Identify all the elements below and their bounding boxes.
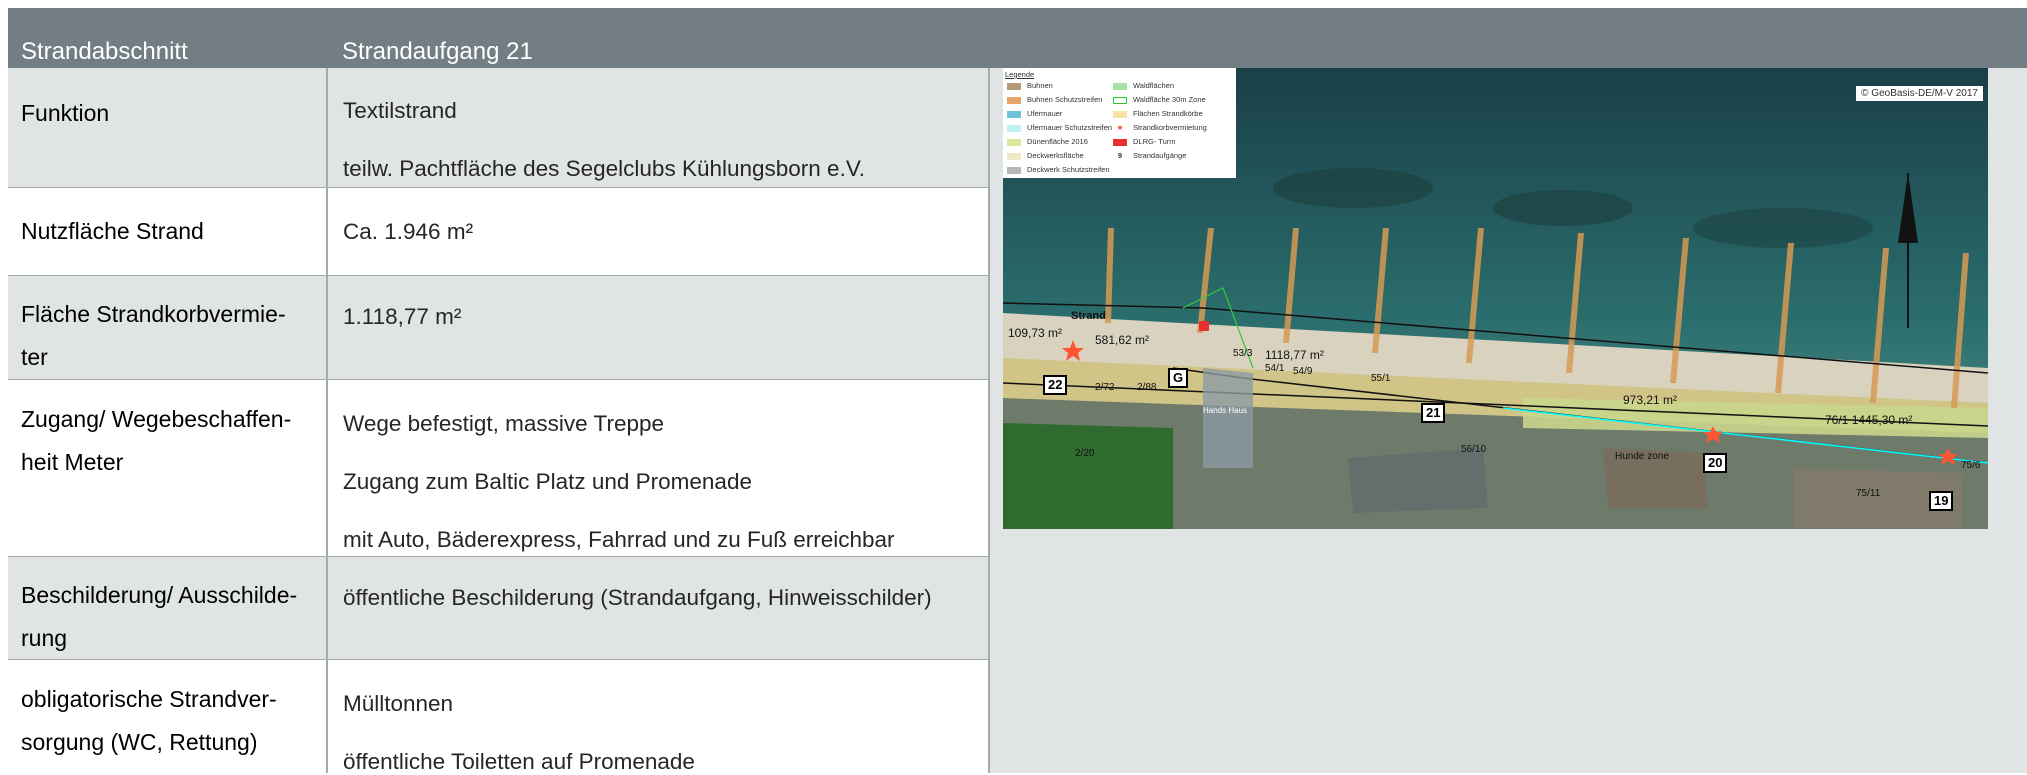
table-row: Funktion Textilstrand teilw. Pachtfläche… — [8, 68, 990, 188]
legend-item: Buhnen Schutzstreifen — [1007, 95, 1102, 104]
legend-item: Waldflächen — [1113, 81, 1174, 90]
map-label-area: 973,21 m² — [1623, 393, 1678, 407]
map-label-parcel: 2/20 — [1075, 448, 1095, 459]
beach-access-g: G — [1168, 368, 1189, 388]
legend-item: DLRG- Turm — [1113, 137, 1176, 146]
beach-access-21: 21 — [1421, 403, 1446, 423]
map-label-parcel: 55/1 — [1371, 373, 1391, 384]
row-label-nutzflaeche: Nutzfläche Strand — [21, 218, 204, 244]
map-label-zone: Hunde zone — [1615, 451, 1669, 462]
row-value: Zugang zum Baltic Platz und Promenade — [343, 469, 752, 494]
legend-item: Buhnen — [1007, 81, 1053, 90]
map-label-parcel: 2/88 — [1137, 382, 1157, 393]
map-label-building: Hands Haus — [1203, 406, 1248, 415]
row-value: 1.118,77 m² — [343, 304, 462, 329]
legend-item: Waldfläche 30m Zone — [1113, 95, 1206, 104]
table-row: Fläche Strandkorbvermie-ter 1.118,77 m² — [8, 276, 990, 380]
map-label-parcel: 75/6 — [1961, 460, 1981, 471]
table-row: obligatorische Strandver-sorgung (WC, Re… — [8, 660, 990, 774]
map-label-parcel: 2/72 — [1095, 382, 1115, 393]
table-row: Nutzfläche Strand Ca. 1.946 m² — [8, 188, 990, 276]
row-value: Ca. 1.946 m² — [343, 219, 474, 244]
map-label-area: 76/1 1445,30 m² — [1825, 413, 1913, 427]
legend-item: ★ Strandkorbvermietung — [1113, 123, 1207, 132]
legend-item: Dünenfläche 2016 — [1007, 137, 1088, 146]
map-label-area: 1118,77 m² — [1265, 348, 1324, 362]
legend-item: 9 Strandaufgänge — [1117, 151, 1187, 160]
map-label-strand: Strand — [1071, 310, 1106, 322]
map-label-parcel: 53/3 — [1233, 348, 1253, 359]
header-col2: Strandaufgang 21 — [342, 38, 533, 65]
table-header: Strandabschnitt Strandaufgang 21 — [8, 8, 2027, 68]
map-copyright: © GeoBasis-DE/M-V 2017 — [1856, 86, 1983, 101]
beach-access-19: 19 — [1929, 491, 1954, 511]
map-label-parcel: 54/9 — [1293, 366, 1313, 377]
legend-item: Deckwerksfläche — [1007, 151, 1084, 160]
row-value: teilw. Pachtfläche des Segelclubs Kühlun… — [343, 156, 866, 181]
row-value: Wege befestigt, massive Treppe — [343, 411, 664, 436]
beach-access-20: 20 — [1703, 453, 1728, 473]
map-label-area: 109,73 m² — [1008, 326, 1063, 340]
map-legend: Legende Buhnen Buhnen Schutzstreifen Ufe… — [1003, 68, 1236, 178]
star-icon: ★ — [1116, 123, 1124, 132]
row-value: mit Auto, Bäderexpress, Fahrrad und zu F… — [343, 527, 895, 552]
row-label-strandkorb: Fläche Strandkorbvermie-ter — [21, 301, 286, 370]
legend-item: Ufermauer Schutzstreifen — [1007, 123, 1112, 132]
map-label-area: 581,62 m² — [1095, 333, 1150, 347]
legend-item: Deckwerk Schutzstreifen — [1007, 165, 1110, 174]
legend-item: Flächen Strandkörbe — [1113, 109, 1203, 118]
beach-access-22: 22 — [1043, 375, 1068, 395]
table-row: Zugang/ Wegebeschaffen-heit Meter Wege b… — [8, 380, 990, 557]
row-label-beschilderung: Beschilderung/ Ausschilde-rung — [21, 582, 298, 651]
tower-icon — [1113, 138, 1127, 146]
row-label-versorgung: obligatorische Strandver-sorgung (WC, Re… — [21, 686, 277, 755]
map-label-parcel: 54/1 — [1265, 363, 1285, 374]
aerial-map: © GeoBasis-DE/M-V 2017 Legende Buhnen Bu… — [1003, 68, 1988, 529]
legend-item: Ufermauer — [1007, 109, 1062, 118]
legend-title: Legende — [1005, 70, 1035, 79]
row-value: Mülltonnen — [343, 691, 454, 716]
row-label-funktion: Funktion — [21, 100, 110, 126]
table-row: Beschilderung/ Ausschilde-rung öffentlic… — [8, 557, 990, 660]
map-label-parcel: 56/10 — [1461, 444, 1487, 455]
row-value: Textilstrand — [343, 98, 457, 123]
header-col1: Strandabschnitt — [21, 38, 188, 65]
row-value: öffentliche Beschilderung (Strandaufgang… — [343, 585, 932, 610]
row-label-zugang: Zugang/ Wegebeschaffen-heit Meter — [21, 406, 292, 475]
map-label-parcel: 75/11 — [1856, 488, 1881, 499]
row-value: öffentliche Toiletten auf Promenade — [343, 749, 695, 774]
